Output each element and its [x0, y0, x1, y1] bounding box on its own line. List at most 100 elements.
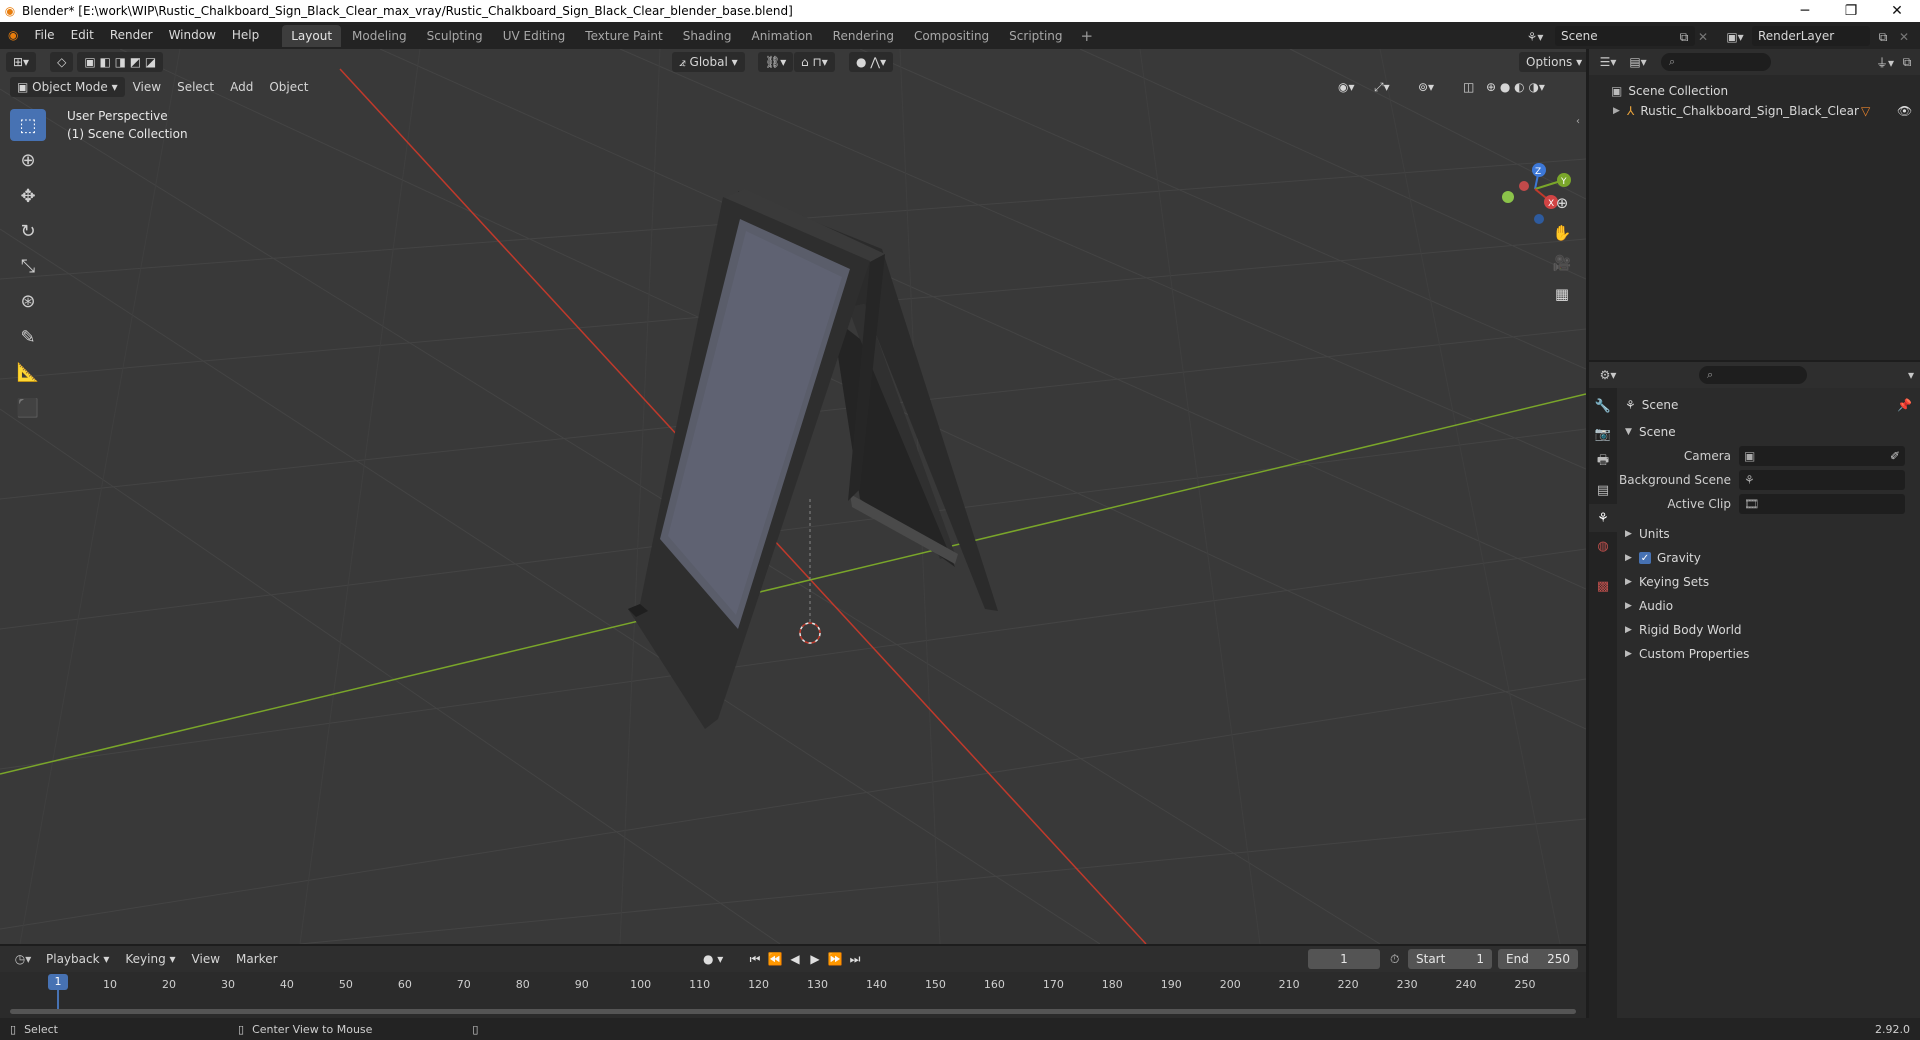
jump-start-icon[interactable]: ⏮	[745, 952, 765, 967]
tab-layout[interactable]: Layout	[282, 24, 342, 47]
scale-tool-icon[interactable]: ⤡	[10, 250, 46, 282]
tab-sculpting[interactable]: Sculpting	[418, 25, 492, 47]
panel-keying-sets[interactable]: ▶ Keying Sets	[1617, 570, 1920, 594]
record-button-icon[interactable]: ● ▾	[703, 952, 723, 966]
tab-uv-editing[interactable]: UV Editing	[494, 25, 575, 47]
outliner-row-object[interactable]: ▶ ⅄ Rustic_Chalkboard_Sign_Black_Clear ▽…	[1589, 101, 1920, 121]
outliner-search-input[interactable]: ⌕	[1661, 53, 1771, 71]
view-layer-tab-icon[interactable]: ▤	[1589, 476, 1617, 504]
scene-browse-icon[interactable]: ⚘▾	[1524, 28, 1546, 46]
tool-tab-icon[interactable]: 🔧	[1589, 392, 1617, 420]
scene-selector[interactable]: Scene	[1555, 26, 1695, 46]
render-layer-selector[interactable]: RenderLayer	[1752, 26, 1870, 46]
select-box-tool-icon[interactable]: ⬚	[10, 109, 46, 141]
pan-hand-icon[interactable]: ✋	[1548, 219, 1576, 247]
delete-view-layer-icon[interactable]: ✕	[1896, 28, 1912, 46]
outliner-editor-icon[interactable]: ☰▾	[1593, 55, 1623, 69]
close-button[interactable]: ✕	[1874, 3, 1920, 19]
viewport-menu-view[interactable]: View	[125, 77, 169, 97]
new-view-layer-icon[interactable]: ⧉	[1874, 28, 1892, 46]
menu-edit[interactable]: Edit	[63, 22, 102, 49]
ortho-grid-icon[interactable]: ▦	[1548, 280, 1576, 308]
texture-tab-icon[interactable]: ▩	[1589, 572, 1617, 600]
render-tab-icon[interactable]: 📷	[1589, 420, 1617, 448]
menu-help[interactable]: Help	[224, 22, 267, 49]
active-clip-field[interactable]: 🎞	[1739, 494, 1905, 514]
menu-file[interactable]: File	[26, 22, 62, 49]
snapping-icon[interactable]: ⌂ ⊓▾	[794, 52, 835, 72]
keying-menu[interactable]: Keying ▾	[117, 949, 183, 969]
filter-icon[interactable]: ⏚▾	[1872, 54, 1898, 71]
add-workspace-button[interactable]: +	[1073, 27, 1102, 45]
current-frame-field[interactable]: 1	[1308, 949, 1380, 969]
annotate-tool-icon[interactable]: ✎	[10, 321, 46, 353]
panel-audio[interactable]: ▶ Audio	[1617, 594, 1920, 618]
timeline-scrollbar[interactable]	[10, 1009, 1576, 1014]
pivot-point-icon[interactable]: ⛓▾	[758, 52, 794, 72]
new-scene-icon[interactable]: ⧉	[1675, 28, 1693, 46]
options-dropdown[interactable]: Options ▾	[1519, 52, 1586, 72]
sidebar-toggle-icon[interactable]: ‹	[1576, 116, 1580, 127]
camera-view-icon[interactable]: 🎥	[1548, 249, 1576, 277]
panel-rigid-body-world[interactable]: ▶ Rigid Body World	[1617, 618, 1920, 642]
maximize-button[interactable]: ❐	[1828, 3, 1874, 19]
tab-compositing[interactable]: Compositing	[905, 25, 998, 47]
blender-menu-icon[interactable]: ◉	[0, 22, 26, 49]
stopwatch-icon[interactable]: ⏱	[1390, 952, 1399, 967]
panel-custom-properties[interactable]: ▶ Custom Properties	[1617, 642, 1920, 666]
playback-menu[interactable]: Playback ▾	[38, 949, 117, 969]
next-keyframe-icon[interactable]: ⏩	[825, 952, 845, 967]
overlays-icon[interactable]: ⊚▾	[1410, 77, 1442, 97]
expand-arrow-icon[interactable]: ▶	[1613, 106, 1627, 116]
visibility-eye-icon[interactable]: 👁	[1897, 104, 1912, 118]
gravity-checkbox[interactable]: ✓	[1639, 552, 1651, 564]
delete-scene-icon[interactable]: ✕	[1695, 28, 1711, 46]
editor-type-icon[interactable]: ⊞▾	[6, 52, 37, 72]
current-frame-indicator[interactable]: 1	[48, 974, 68, 990]
tab-animation[interactable]: Animation	[742, 25, 821, 47]
object-mode-dropdown[interactable]: ▣ Object Mode ▾	[10, 77, 125, 97]
panel-units[interactable]: ▶ Units	[1617, 522, 1920, 546]
output-tab-icon[interactable]: 🖶	[1589, 448, 1617, 476]
transform-orientation-dropdown[interactable]: ⦨ Global ▾	[672, 52, 745, 72]
pin-icon[interactable]: 📌	[1897, 398, 1912, 412]
modifier-icon[interactable]: ▽	[1861, 104, 1870, 118]
play-icon[interactable]: ▶	[805, 952, 825, 967]
tab-scripting[interactable]: Scripting	[1000, 25, 1071, 47]
selection-mode-icons[interactable]: ▣ ◧ ◨ ◩ ◪	[77, 52, 164, 72]
zoom-icon[interactable]: ⊕	[1548, 189, 1576, 217]
tab-texture-paint[interactable]: Texture Paint	[576, 25, 671, 47]
play-reverse-icon[interactable]: ◀	[785, 952, 805, 967]
properties-options-icon[interactable]: ▾	[1908, 368, 1914, 382]
properties-search-input[interactable]: ⌕	[1699, 366, 1807, 384]
menu-render[interactable]: Render	[102, 22, 161, 49]
rotate-tool-icon[interactable]: ↻	[10, 215, 46, 247]
visibility-icon[interactable]: ◉▾	[1330, 77, 1363, 97]
measure-tool-icon[interactable]: 📐	[10, 356, 46, 388]
view-layer-icon[interactable]: ▣▾	[1722, 28, 1748, 46]
3d-viewport[interactable]: Z Y X ⊞▾ ◇ ▣ ◧ ◨ ◩ ◪ ⦨ Global ▾ ⛓▾ ⌂ ⊓▾ …	[0, 49, 1586, 944]
outliner-row-scene-collection[interactable]: ▣ Scene Collection	[1589, 81, 1920, 101]
select-tool-icon[interactable]: ◇	[50, 52, 74, 72]
jump-end-icon[interactable]: ⏭	[845, 952, 865, 967]
properties-editor-icon[interactable]: ⚙▾	[1593, 368, 1623, 382]
tab-modeling[interactable]: Modeling	[343, 25, 416, 47]
eyedropper-icon[interactable]: ✐	[1890, 449, 1900, 463]
move-tool-icon[interactable]: ✥	[10, 180, 46, 212]
timeline-editor-icon[interactable]: ◷▾	[8, 952, 38, 966]
end-frame-field[interactable]: End 250	[1498, 949, 1578, 969]
menu-window[interactable]: Window	[161, 22, 224, 49]
gizmo-toggle-icon[interactable]: ⤢▾	[1366, 77, 1398, 97]
minimize-button[interactable]: ─	[1782, 3, 1828, 19]
transform-tool-icon[interactable]: ⊛	[10, 285, 46, 317]
tab-shading[interactable]: Shading	[674, 25, 741, 47]
proportional-editing-icon[interactable]: ● ⋀▾	[849, 52, 894, 72]
panel-scene[interactable]: ▼ Scene	[1617, 420, 1920, 444]
start-frame-field[interactable]: Start 1	[1408, 949, 1492, 969]
new-collection-icon[interactable]: ⧉	[1898, 55, 1916, 70]
background-scene-field[interactable]: ⚘	[1739, 470, 1905, 490]
scene-tab-icon[interactable]: ⚘	[1589, 504, 1617, 532]
panel-gravity[interactable]: ▶ ✓ Gravity	[1617, 546, 1920, 570]
add-cube-tool-icon[interactable]: ⬛	[10, 392, 46, 424]
timeline-view-menu[interactable]: View	[184, 949, 228, 969]
